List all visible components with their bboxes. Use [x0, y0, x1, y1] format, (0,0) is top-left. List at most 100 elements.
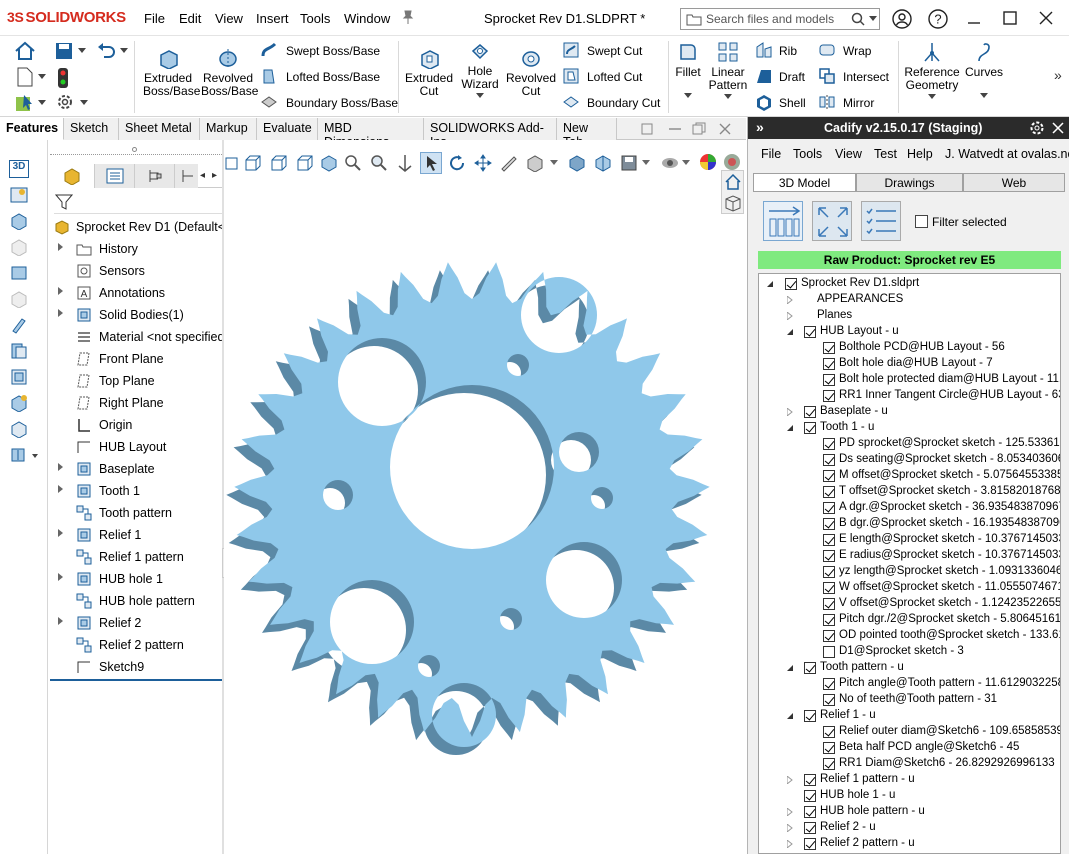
tree-checkbox[interactable] [823, 678, 835, 690]
expand-arrow-icon[interactable] [787, 296, 793, 304]
view-box3-icon[interactable] [296, 154, 314, 172]
tree-checkbox[interactable] [804, 422, 816, 434]
tab-markup[interactable]: Markup [200, 118, 257, 140]
menu-insert[interactable]: Insert [256, 11, 289, 26]
reference-geometry-button[interactable]: Reference Geometry [902, 41, 962, 100]
graphics-area[interactable] [224, 140, 746, 854]
close-doc-icon[interactable] [718, 122, 732, 136]
chevron-down-icon[interactable] [38, 100, 46, 106]
tree-checkbox[interactable] [823, 582, 835, 594]
tree-root[interactable]: Sprocket Rev D1 (Default<< [50, 216, 222, 238]
help-icon[interactable]: ? [928, 9, 948, 29]
menu-view[interactable]: View [215, 11, 243, 26]
cadify-tree-row[interactable]: OD pointed tooth@Sprocket sketch - 133.6… [759, 628, 1060, 644]
chevron-down-icon[interactable] [120, 48, 128, 54]
design-library-icon[interactable] [9, 368, 29, 386]
cadify-menu-test[interactable]: Test [874, 147, 897, 161]
tree-item[interactable]: HUB Layout [50, 436, 222, 458]
chevron-down-icon[interactable] [78, 48, 86, 54]
filter-selected-checkbox[interactable] [915, 215, 928, 228]
custom-properties-icon[interactable] [9, 316, 29, 334]
minimize-doc-icon[interactable] [668, 127, 682, 131]
collapse-arrow-icon[interactable] [786, 328, 794, 336]
revolved-cut-button[interactable]: Revolved Cut [506, 41, 556, 98]
tree-item[interactable]: Tooth pattern [50, 502, 222, 524]
menu-file[interactable]: File [144, 11, 165, 26]
options-gear-icon[interactable] [56, 93, 74, 111]
select-icon[interactable] [14, 93, 36, 113]
expand-arrow-icon[interactable] [58, 309, 63, 317]
cadify-tree-row[interactable]: V offset@Sprocket sketch - 1.12423522655… [759, 596, 1060, 612]
tab-new-tab[interactable]: New Tab [557, 118, 617, 149]
appearance-icon[interactable] [698, 152, 718, 172]
tree-checkbox[interactable] [804, 774, 816, 786]
tree-item[interactable]: Front Plane [50, 348, 222, 370]
tree-item[interactable]: Relief 2 [50, 612, 222, 634]
cadify-tree-row[interactable]: T offset@Sprocket sketch - 3.81582018768… [759, 484, 1060, 500]
expand-arrow-icon[interactable] [787, 408, 793, 416]
tree-checkbox[interactable] [823, 358, 835, 370]
cadify-addin-icon[interactable] [9, 446, 39, 464]
tree-checkbox[interactable] [823, 518, 835, 530]
tab-sheet-metal[interactable]: Sheet Metal [119, 118, 200, 140]
chevron-down-icon[interactable] [684, 93, 692, 99]
tree-checkbox[interactable] [804, 326, 816, 338]
cadify-tree-row[interactable]: Ds seating@Sprocket sketch - 8.053403606… [759, 452, 1060, 468]
search-icon[interactable] [851, 12, 865, 26]
checklist-button[interactable] [861, 201, 901, 241]
cadify-menu-file[interactable]: File [761, 147, 781, 161]
cadify-menu-help[interactable]: Help [907, 147, 933, 161]
tree-checkbox[interactable] [785, 278, 797, 290]
cadify-tree-row[interactable]: E length@Sprocket sketch - 10.3767145033… [759, 532, 1060, 548]
cadify-tree-row[interactable]: PD sprocket@Sprocket sketch - 125.533617… [759, 436, 1060, 452]
tree-checkbox[interactable] [804, 822, 816, 834]
tree-checkbox[interactable] [804, 662, 816, 674]
curves-button[interactable]: Curves [964, 41, 1004, 99]
cadify-tree-row[interactable]: Tooth 1 - u [759, 420, 1060, 436]
tree-checkbox[interactable] [823, 390, 835, 402]
cadify-tree-row[interactable]: Relief 2 - u [759, 820, 1060, 836]
expand-panel-icon[interactable]: » [756, 119, 764, 135]
cadify-tab-web[interactable]: Web [963, 173, 1065, 192]
chevron-down-icon[interactable] [38, 74, 46, 80]
linear-pattern-button[interactable]: Linear Pattern [706, 41, 750, 100]
chevron-down-icon[interactable] [724, 94, 732, 100]
tab-evaluate[interactable]: Evaluate [257, 118, 318, 140]
cadify-tree-row[interactable]: Relief 1 - u [759, 708, 1060, 724]
cadify-tree-row[interactable]: Bolthole PCD@HUB Layout - 56 [759, 340, 1060, 356]
menu-tools[interactable]: Tools [300, 11, 330, 26]
solidworks-logo[interactable]: 3S SOLIDWORKS [7, 9, 126, 26]
hole-wizard-button[interactable]: Hole Wizard [458, 41, 502, 99]
resources-icon[interactable] [9, 394, 29, 412]
expand-arrow-icon[interactable] [58, 485, 63, 493]
cadify-tree-row[interactable]: E radius@Sprocket sketch - 10.3767145033… [759, 548, 1060, 564]
display-style-icon[interactable] [568, 154, 586, 172]
cadify-tab-drawings[interactable]: Drawings [856, 173, 963, 192]
pin-icon[interactable] [401, 10, 415, 24]
tab-mbd-dimensions[interactable]: MBD Dimensions [318, 118, 424, 149]
dimxpert-tab[interactable] [174, 164, 198, 188]
expand-arrow-icon[interactable] [58, 463, 63, 471]
tree-item[interactable]: Top Plane [50, 370, 222, 392]
tree-checkbox[interactable] [823, 694, 835, 706]
cadify-tree-row[interactable]: Pitch angle@Tooth pattern - 11.612903225… [759, 676, 1060, 692]
cadify-tree-row[interactable]: HUB hole 1 - u [759, 788, 1060, 804]
pan-icon[interactable] [474, 154, 492, 172]
save-icon[interactable] [54, 41, 74, 61]
chevron-down-icon[interactable] [550, 160, 558, 166]
tree-checkbox[interactable] [823, 502, 835, 514]
measure-icon[interactable] [500, 154, 518, 172]
traffic-light-icon[interactable] [56, 67, 70, 89]
home-view-icon[interactable] [724, 173, 742, 191]
tree-checkbox[interactable] [823, 454, 835, 466]
cadify-tree-row[interactable]: Tooth pattern - u [759, 660, 1060, 676]
cadify-tree-row[interactable]: M offset@Sprocket sketch - 5.07564553385… [759, 468, 1060, 484]
collapse-arrow-icon[interactable] [766, 280, 774, 288]
tab-features[interactable]: Features [0, 118, 64, 140]
chevron-right-icon[interactable]: ▸ [212, 170, 217, 181]
zoom-to-fit-icon[interactable] [344, 154, 362, 172]
tree-checkbox[interactable] [823, 486, 835, 498]
cadify-tree-row[interactable]: Pitch dgr./2@Sprocket sketch - 5.8064516… [759, 612, 1060, 628]
tree-checkbox[interactable] [804, 790, 816, 802]
cadify-menu-tools[interactable]: Tools [793, 147, 822, 161]
